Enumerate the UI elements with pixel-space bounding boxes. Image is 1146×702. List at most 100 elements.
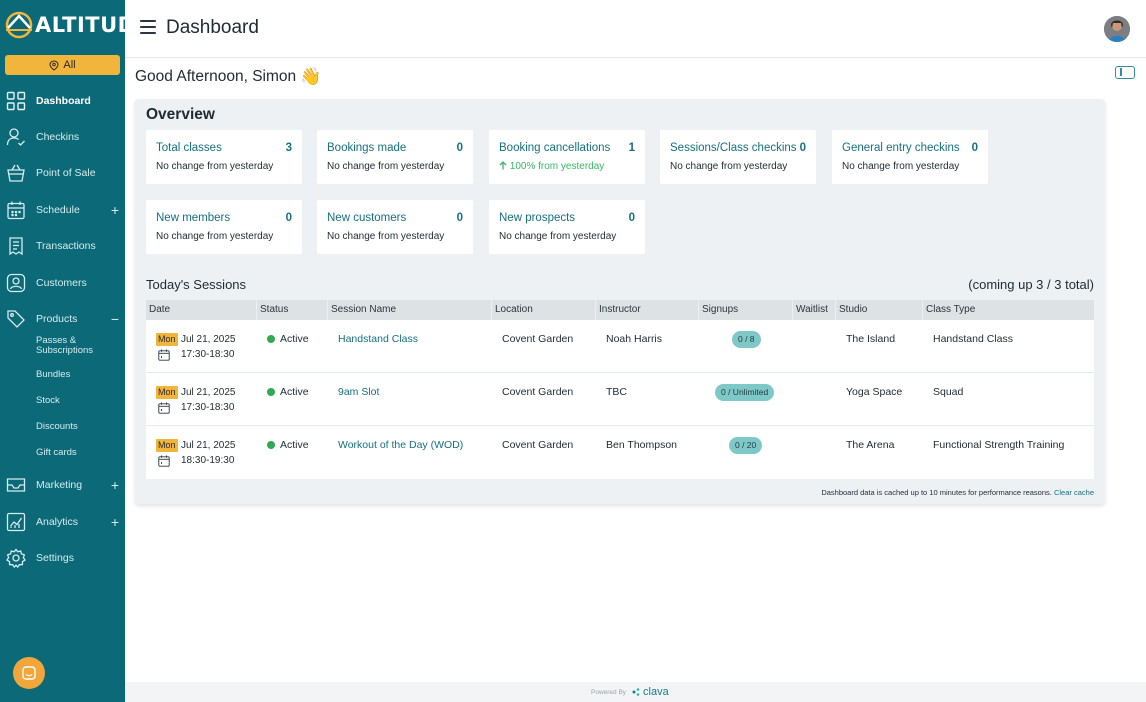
stat-value: 0 (628, 212, 635, 224)
location-filter-button[interactable]: All (5, 55, 120, 75)
stat-card-booking-cancellations[interactable]: Booking cancellations 1 100% from yester… (489, 130, 645, 184)
sidebar-item-marketing[interactable]: Marketing + (0, 470, 125, 500)
sidebar-item-settings[interactable]: Settings (0, 543, 125, 573)
session-date: Jul 21, 2025 (181, 334, 236, 345)
stat-value: 0 (799, 142, 806, 154)
sidebar-item-checkins[interactable]: Checkins (0, 122, 125, 152)
sidebar-subitem-stock[interactable]: Stock (36, 396, 60, 406)
user-avatar[interactable] (1104, 16, 1130, 42)
signups-pill[interactable]: 0 / Unlimited (715, 384, 775, 401)
session-location: Covent Garden (502, 439, 574, 451)
stat-value: 1 (628, 142, 635, 154)
sidebar-subitem-passes[interactable]: Passes & Subscriptions (36, 336, 116, 356)
clava-brand[interactable]: clava (643, 686, 669, 698)
hamburger-menu-icon[interactable] (140, 20, 156, 36)
avatar-image (1104, 16, 1130, 42)
sidebar-item-schedule[interactable]: Schedule + (0, 195, 125, 225)
calendar-icon (158, 402, 170, 414)
panel-toggle-icon[interactable] (1115, 66, 1135, 79)
sidebar-item-label: Dashboard (36, 95, 91, 107)
sessions-table-header: Date Status Session Name Location Instru… (146, 300, 1094, 320)
clear-cache-link[interactable]: Clear cache (1054, 488, 1094, 497)
sidebar-item-point-of-sale[interactable]: Point of Sale (0, 158, 125, 188)
column-header-date[interactable]: Date (146, 300, 256, 320)
stat-card-session-checkins[interactable]: Sessions/Class checkins 0 No change from… (660, 130, 816, 184)
column-header-instructor[interactable]: Instructor (596, 300, 698, 320)
expand-icon[interactable]: + (111, 203, 119, 217)
column-header-status[interactable]: Status (257, 300, 327, 320)
sidebar-item-label: Checkins (36, 131, 80, 143)
status-dot (267, 335, 275, 343)
stat-value: 0 (285, 212, 292, 224)
stat-card-total-classes[interactable]: Total classes 3 No change from yesterday (146, 130, 302, 184)
session-status: Active (280, 439, 309, 451)
stat-card-new-prospects[interactable]: New prospects 0 No change from yesterday (489, 200, 645, 254)
location-filter-label: All (63, 59, 76, 71)
page-title: Dashboard (166, 17, 259, 38)
column-header-studio[interactable]: Studio (836, 300, 922, 320)
expand-icon[interactable]: + (111, 515, 119, 529)
stat-label: New members (156, 212, 231, 224)
session-name-link[interactable]: 9am Slot (338, 386, 379, 398)
sidebar-item-products[interactable]: Products − (0, 304, 125, 334)
stat-change: No change from yesterday (327, 161, 445, 172)
table-row[interactable]: Mon Jul 21, 2025 17:30-18:30 Active Hand… (146, 320, 1094, 373)
sidebar-item-customers[interactable]: Customers (0, 268, 125, 298)
session-status: Active (280, 386, 309, 398)
table-row[interactable]: Mon Jul 21, 2025 18:30-19:30 Active Work… (146, 426, 1094, 479)
stat-value: 3 (285, 142, 292, 154)
session-name-link[interactable]: Workout of the Day (WOD) (338, 439, 463, 451)
calendar-icon (158, 455, 170, 467)
customer-icon (6, 273, 26, 293)
stat-label: New customers (327, 212, 407, 224)
powered-by: Powered By clava (591, 686, 669, 698)
stat-card-new-customers[interactable]: New customers 0 No change from yesterday (317, 200, 473, 254)
sidebar-item-label: Customers (36, 277, 87, 289)
stat-card-general-entry-checkins[interactable]: General entry checkins 0 No change from … (832, 130, 988, 184)
sidebar-item-analytics[interactable]: Analytics + (0, 507, 125, 537)
brand-logo[interactable]: ALTITUDE (4, 8, 150, 42)
signups-pill[interactable]: 0 / 20 (729, 437, 763, 454)
overview-panel: Overview Total classes 3 No change from … (135, 99, 1105, 504)
stat-value: 0 (456, 212, 463, 224)
table-row[interactable]: Mon Jul 21, 2025 17:30-18:30 Active 9am … (146, 373, 1094, 426)
sidebar-subitem-gift-cards[interactable]: Gift cards (36, 448, 77, 458)
collapse-icon[interactable]: − (111, 312, 119, 326)
stat-card-bookings-made[interactable]: Bookings made 0 No change from yesterday (317, 130, 473, 184)
grid-icon (6, 91, 26, 111)
stat-change-text: 100% from yesterday (509, 161, 605, 172)
cache-note-text: Dashboard data is cached up to 10 minute… (821, 488, 1052, 497)
column-header-class-type[interactable]: Class Type (923, 300, 1094, 320)
column-header-waitlist[interactable]: Waitlist (793, 300, 835, 320)
signups-pill[interactable]: 0 / 8 (732, 331, 761, 348)
greeting-text: Good Afternoon, Simon (135, 68, 297, 85)
expand-icon[interactable]: + (111, 478, 119, 492)
sidebar-item-transactions[interactable]: Transactions (0, 231, 125, 261)
cache-note: Dashboard data is cached up to 10 minute… (821, 488, 1094, 497)
day-badge: Mon (156, 386, 178, 399)
status-dot (267, 441, 275, 449)
sidebar-item-dashboard[interactable]: Dashboard (0, 86, 125, 116)
session-name-link[interactable]: Handstand Class (338, 333, 418, 345)
session-location: Covent Garden (502, 333, 574, 345)
sidebar-subitem-discounts[interactable]: Discounts (36, 422, 78, 432)
user-check-icon (6, 128, 25, 146)
chat-launcher-button[interactable] (13, 657, 45, 689)
session-class-type: Squad (933, 386, 964, 398)
status-dot (267, 388, 275, 396)
sidebar-subitem-bundles[interactable]: Bundles (36, 370, 70, 380)
column-header-session-name[interactable]: Session Name (328, 300, 491, 320)
sidebar-item-label: Point of Sale (36, 167, 96, 179)
stat-card-new-members[interactable]: New members 0 No change from yesterday (146, 200, 302, 254)
basket-icon (7, 164, 25, 182)
column-header-signups[interactable]: Signups (699, 300, 792, 320)
column-header-location[interactable]: Location (492, 300, 595, 320)
session-date: Jul 21, 2025 (181, 387, 236, 398)
chart-icon (6, 512, 26, 532)
sidebar-item-label: Transactions (36, 240, 96, 252)
receipt-icon (9, 237, 23, 256)
session-date: Jul 21, 2025 (181, 440, 236, 451)
stat-change: No change from yesterday (842, 161, 960, 172)
stat-change: No change from yesterday (156, 161, 274, 172)
session-studio: The Arena (846, 439, 895, 451)
